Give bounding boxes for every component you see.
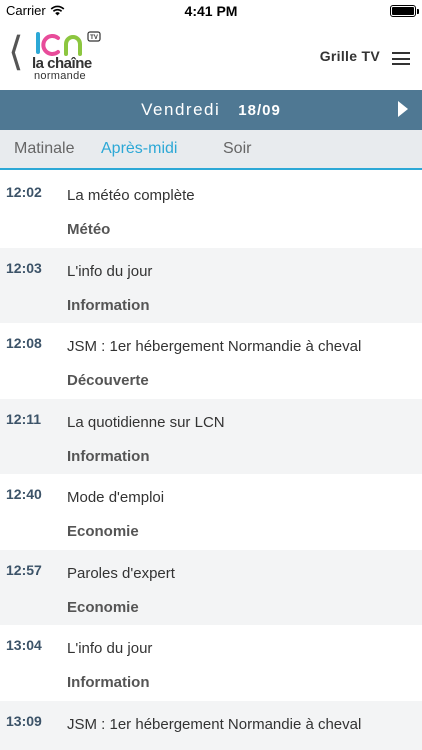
chevron-left-icon: ⟨ xyxy=(8,30,24,74)
program-time: 12:57 xyxy=(6,561,42,578)
status-time: 4:41 PM xyxy=(184,3,238,19)
program-title: La quotidienne sur LCN xyxy=(67,413,225,431)
day-selector: Vendredi 18/09 xyxy=(0,90,422,130)
program-title: Paroles d'expert xyxy=(67,564,175,582)
battery-icon xyxy=(390,5,419,17)
program-time: 13:04 xyxy=(6,637,42,653)
status-right xyxy=(390,5,419,17)
schedule-row[interactable]: 12:08 JSM : 1er hébergement Normandie à … xyxy=(0,323,422,399)
svg-text:normande: normande xyxy=(34,70,86,82)
svg-text:TV: TV xyxy=(90,35,98,41)
tab-soir[interactable]: Soir xyxy=(223,140,251,158)
program-title: L'info du jour xyxy=(67,262,153,280)
program-time: 12:40 xyxy=(6,486,42,502)
schedule-row[interactable]: 13:04 L'info du jour Information xyxy=(0,625,422,701)
program-title: JSM : 1er hébergement Normandie à cheval xyxy=(67,715,362,733)
program-time: 12:03 xyxy=(6,259,42,276)
day-name: Vendredi xyxy=(141,100,221,119)
program-title: JSM : 1er hébergement Normandie à cheval xyxy=(67,338,362,355)
schedule-row[interactable]: 12:03 L'info du jour Information xyxy=(0,247,422,323)
program-time: 12:02 xyxy=(6,184,42,200)
schedule-row[interactable]: 12:11 La quotidienne sur LCN Information xyxy=(0,398,422,474)
tab-matinale[interactable]: Matinale xyxy=(14,140,74,158)
program-category: Economie xyxy=(67,598,139,616)
schedule-row[interactable]: 13:09 JSM : 1er hébergement Normandie à … xyxy=(0,700,422,750)
next-day-play-right-icon[interactable] xyxy=(398,101,408,117)
lcn-logo: TV la chaîne normande xyxy=(32,31,101,82)
program-category: Information xyxy=(67,674,150,691)
schedule-row[interactable]: 12:02 La météo complète Météo xyxy=(0,172,422,248)
status-bar: Carrier 4:41 PM xyxy=(0,0,422,22)
program-time: 12:11 xyxy=(6,410,42,427)
program-time: 13:09 xyxy=(6,712,42,729)
program-title: Mode d'emploi xyxy=(67,489,165,506)
hamburger-menu-icon[interactable] xyxy=(392,52,410,65)
program-category: Découverte xyxy=(67,372,149,389)
program-category: Information xyxy=(67,296,150,314)
tab-apres-midi[interactable]: Après-midi xyxy=(101,140,177,158)
program-title: La météo complète xyxy=(67,187,195,204)
schedule-row[interactable]: 12:40 Mode d'emploi Economie xyxy=(0,474,422,550)
app-header: ⟨ TV la chaîne normande Grille TV xyxy=(0,22,422,90)
program-category: Information xyxy=(67,447,150,465)
program-title: L'info du jour xyxy=(67,640,153,657)
grille-tv-link[interactable]: Grille TV xyxy=(320,48,380,64)
day-date: 18/09 xyxy=(238,101,281,119)
schedule-row[interactable]: 12:57 Paroles d'expert Economie xyxy=(0,549,422,625)
period-tabs: Matinale Après-midi Soir xyxy=(0,130,422,170)
program-time: 12:08 xyxy=(6,335,42,351)
back-button[interactable]: ⟨ xyxy=(8,32,24,72)
schedule-list: 12:02 La météo complète Météo 12:03 L'in… xyxy=(0,172,422,750)
program-category: Economie xyxy=(67,523,139,540)
program-category: Météo xyxy=(67,221,111,238)
